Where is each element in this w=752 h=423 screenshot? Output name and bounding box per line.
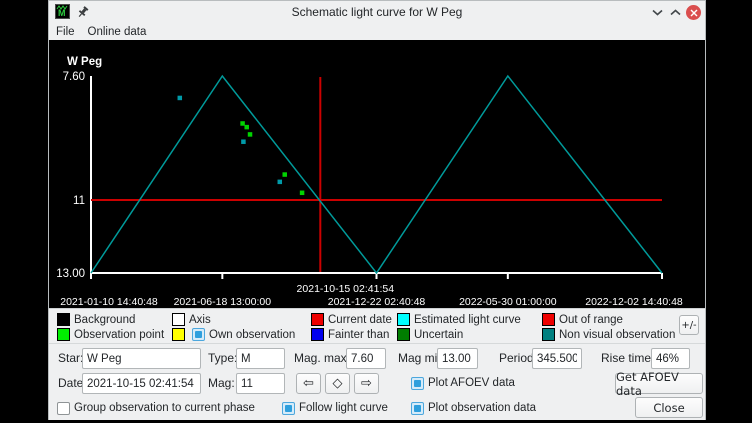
star-label: Star: xyxy=(58,348,83,368)
mag-min-input[interactable] xyxy=(437,348,478,369)
legend-label: Observation point xyxy=(74,328,164,342)
legend-label: Uncertain xyxy=(414,328,463,342)
y-axis-tick-label: 13.00 xyxy=(56,268,85,280)
x-axis-tick-label: 2021-06-18 13:00:00 xyxy=(174,296,272,308)
mag-max-label: Mag. max: xyxy=(294,348,350,368)
legend-bar: +/- BackgroundObservation point AxisOwn o… xyxy=(49,308,705,344)
legend-label: Estimated light curve xyxy=(414,313,521,327)
legend-swatch-background xyxy=(57,313,70,326)
non-visual-observation-point xyxy=(178,96,183,101)
desktop: { "window": { "title": "Schematic light … xyxy=(0,0,752,423)
date-input[interactable] xyxy=(82,373,201,394)
x-axis-tick-label: 2022-12-02 14:40:48 xyxy=(585,296,683,308)
legend-label: Fainter than xyxy=(328,328,389,342)
legend-swatch-axis xyxy=(172,313,185,326)
close-window-button[interactable] xyxy=(686,5,701,20)
close-button[interactable]: Close xyxy=(635,397,703,418)
legend-label: Out of range xyxy=(559,313,623,327)
non-visual-observation-point xyxy=(278,180,283,185)
legend-label: Axis xyxy=(189,313,211,327)
mag-input[interactable] xyxy=(236,373,285,394)
follow-light-curve-checkbox[interactable] xyxy=(282,402,295,415)
observation-point xyxy=(248,132,253,137)
minimize-button[interactable] xyxy=(650,5,665,20)
group-observation-label: Group observation to current phase xyxy=(74,398,255,418)
jump-current-button[interactable]: ◇ xyxy=(325,373,350,394)
close-icon xyxy=(690,9,698,17)
titlebar: Schematic light curve for W Peg M xyxy=(49,1,705,23)
get-afoev-data-button[interactable]: Get AFOEV data xyxy=(615,373,703,394)
current-date-label: 2021-10-15 02:41:54 xyxy=(297,283,395,295)
menubar: File Online data xyxy=(49,23,705,40)
estimated-light-curve xyxy=(91,76,662,273)
plus-minus-button[interactable]: +/- xyxy=(679,315,699,335)
x-axis-tick-label: 2021-01-10 14:40:48 xyxy=(60,296,158,308)
type-input[interactable] xyxy=(236,348,285,369)
legend-label: Current date xyxy=(328,313,392,327)
mag-label: Mag: xyxy=(208,373,235,393)
follow-light-curve-label: Follow light curve xyxy=(299,398,388,418)
step-back-button[interactable]: ⇦ xyxy=(296,373,321,394)
plot-afoev-data-checkbox[interactable] xyxy=(411,377,424,390)
menu-file[interactable]: File xyxy=(56,26,82,38)
rise-time-input[interactable] xyxy=(651,348,690,369)
group-observation-checkbox[interactable] xyxy=(57,402,70,415)
maximize-button[interactable] xyxy=(668,5,683,20)
app-icon: M xyxy=(55,4,70,19)
window-title: Schematic light curve for W Peg xyxy=(49,1,705,23)
plot-observation-data-checkbox[interactable] xyxy=(411,402,424,415)
legend-swatch-fainter-than xyxy=(311,328,324,341)
rise-time-label: Rise time: xyxy=(601,348,654,368)
non-visual-observation-point xyxy=(241,139,246,144)
legend-swatch-estimated-light-curve xyxy=(397,313,410,326)
legend-label: Non visual observation xyxy=(559,328,675,342)
legend-swatch-uncertain xyxy=(397,328,410,341)
pin-icon[interactable] xyxy=(76,5,90,19)
svg-text:M: M xyxy=(58,8,66,18)
legend-swatch-observation-point xyxy=(57,328,70,341)
star-input[interactable] xyxy=(82,348,201,369)
mag-max-input[interactable] xyxy=(346,348,386,369)
plot-star-name: W Peg xyxy=(67,56,102,68)
legend-swatch-non-visual-observation xyxy=(542,328,555,341)
observation-point xyxy=(300,191,305,196)
menu-online-data[interactable]: Online data xyxy=(88,26,154,38)
observation-point xyxy=(244,125,249,130)
x-axis-tick-label: 2021-12-22 02:40:48 xyxy=(328,296,426,308)
legend-swatch-out-of-range xyxy=(542,313,555,326)
x-axis-tick-label: 2022-05-30 01:00:00 xyxy=(459,296,557,308)
observation-point xyxy=(240,121,245,126)
observation-point xyxy=(282,172,287,177)
app-window: Schematic light curve for W Peg M xyxy=(48,0,706,420)
period-input[interactable] xyxy=(532,348,582,369)
light-curve-canvas: W Peg 7.60 11 13.00 2021-01-10 14:40:48 2021-… xyxy=(49,40,705,308)
plot-afoev-data-label: Plot AFOEV data xyxy=(428,373,515,393)
legend-swatch-current-date xyxy=(311,313,324,326)
app-icon-glyph: M xyxy=(56,5,69,18)
light-curve-plot[interactable]: W Peg 7.60 11 13.00 2021-01-10 14:40:48 2021-… xyxy=(49,40,705,308)
type-label: Type: xyxy=(208,348,237,368)
legend-label: Own observation xyxy=(209,328,295,342)
plot-observation-data-label: Plot observation data xyxy=(428,398,536,418)
legend-swatch-own-observation xyxy=(172,328,185,341)
step-forward-button[interactable]: ⇨ xyxy=(354,373,379,394)
own-observation-checkbox[interactable] xyxy=(192,328,205,341)
y-axis-tick-label: 11 xyxy=(73,195,85,207)
control-panel: Star:Type:Mag. max:Mag min:Period:Rise t… xyxy=(49,344,705,420)
y-axis-tick-label: 7.60 xyxy=(63,71,85,83)
legend-label: Background xyxy=(74,313,135,327)
